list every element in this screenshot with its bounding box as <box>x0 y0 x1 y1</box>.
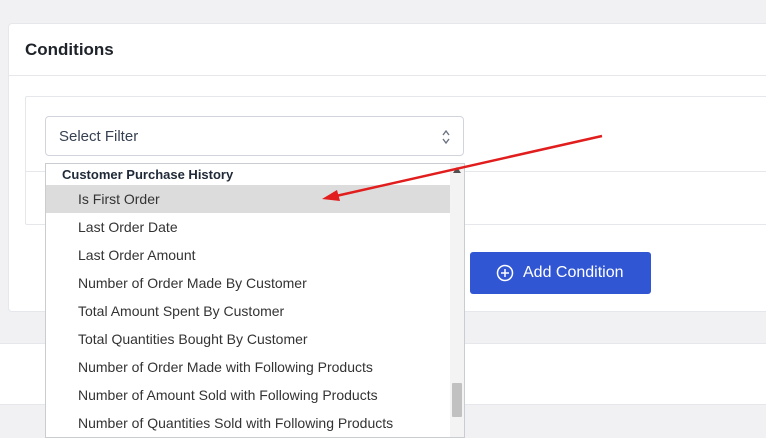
card-header: Conditions <box>9 24 766 76</box>
dropdown-option[interactable]: Last Order Date <box>46 213 450 241</box>
card-title: Conditions <box>25 40 114 59</box>
filter-dropdown-list[interactable]: Customer Purchase History Is First Order… <box>45 163 465 438</box>
dropdown-option[interactable]: Total Amount Spent By Customer <box>46 297 450 325</box>
chevron-up-down-icon <box>442 129 450 145</box>
add-condition-label: Add Condition <box>523 264 624 281</box>
dropdown-scrollbar[interactable] <box>450 164 464 437</box>
dropdown-option[interactable]: Number of Order Made with Following Prod… <box>46 353 450 381</box>
dropdown-option[interactable]: Is First Order <box>46 185 450 213</box>
scrollbar-thumb[interactable] <box>452 383 462 417</box>
dropdown-option[interactable]: Number of Amount Sold with Following Pro… <box>46 381 450 409</box>
filter-select-value: Select Filter <box>59 128 139 145</box>
scroll-up-arrow-icon[interactable] <box>453 167 461 173</box>
filter-select[interactable]: Select Filter <box>45 116 464 156</box>
dropdown-option[interactable]: Number of Quantities Sold with Following… <box>46 409 450 437</box>
dropdown-option[interactable]: Number of Order Made By Customer <box>46 269 450 297</box>
dropdown-group-label: Customer Purchase History <box>62 167 234 182</box>
dropdown-option[interactable]: Total Quantities Bought By Customer <box>46 325 450 353</box>
dropdown-option[interactable]: Last Order Amount <box>46 241 450 269</box>
plus-circle-icon <box>496 264 514 282</box>
add-condition-button[interactable]: Add Condition <box>470 252 651 294</box>
